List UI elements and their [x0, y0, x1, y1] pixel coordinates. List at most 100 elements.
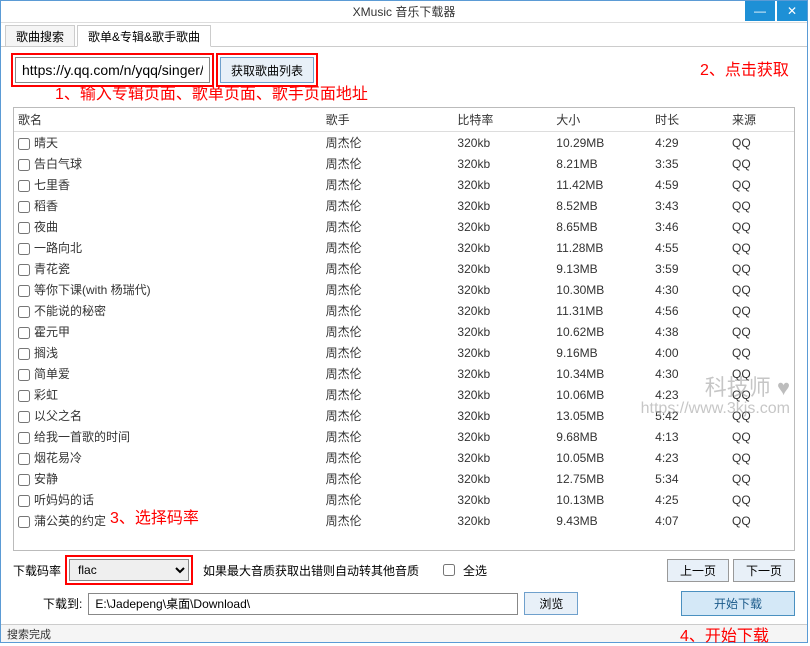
song-bitrate: 320kb — [453, 342, 552, 363]
song-name: 一路向北 — [34, 241, 82, 255]
col-name[interactable]: 歌名 — [14, 108, 322, 132]
bitrate-select[interactable]: flac — [69, 559, 189, 581]
window-title: XMusic 音乐下载器 — [353, 3, 456, 20]
song-source: QQ — [728, 258, 794, 279]
row-checkbox[interactable] — [18, 201, 30, 213]
song-artist: 周杰伦 — [322, 279, 454, 300]
song-source: QQ — [728, 510, 794, 531]
song-name: 七里香 — [34, 178, 70, 192]
song-bitrate: 320kb — [453, 153, 552, 174]
song-name: 简单爱 — [34, 367, 70, 381]
row-checkbox[interactable] — [18, 138, 30, 150]
table-row[interactable]: 夜曲周杰伦320kb8.65MB3:46QQ — [14, 216, 794, 237]
table-row[interactable]: 七里香周杰伦320kb11.42MB4:59QQ — [14, 174, 794, 195]
song-bitrate: 320kb — [453, 447, 552, 468]
next-page-button[interactable]: 下一页 — [733, 559, 795, 582]
song-size: 10.29MB — [552, 132, 651, 154]
song-artist: 周杰伦 — [322, 468, 454, 489]
song-artist: 周杰伦 — [322, 489, 454, 510]
song-duration: 4:29 — [651, 132, 728, 154]
row-checkbox[interactable] — [18, 348, 30, 360]
row-checkbox[interactable] — [18, 474, 30, 486]
song-duration: 4:00 — [651, 342, 728, 363]
song-bitrate: 320kb — [453, 321, 552, 342]
table-row[interactable]: 等你下课(with 杨瑞代)周杰伦320kb10.30MB4:30QQ — [14, 279, 794, 300]
table-row[interactable]: 以父之名周杰伦320kb13.05MB5:42QQ — [14, 405, 794, 426]
song-duration: 4:25 — [651, 489, 728, 510]
tabs: 歌曲搜索 歌单&专辑&歌手歌曲 — [1, 23, 807, 47]
close-button[interactable]: ✕ — [777, 1, 807, 21]
song-size: 10.30MB — [552, 279, 651, 300]
prev-page-button[interactable]: 上一页 — [667, 559, 729, 582]
table-row[interactable]: 晴天周杰伦320kb10.29MB4:29QQ — [14, 132, 794, 154]
table-row[interactable]: 告白气球周杰伦320kb8.21MB3:35QQ — [14, 153, 794, 174]
song-bitrate: 320kb — [453, 174, 552, 195]
row-checkbox[interactable] — [18, 495, 30, 507]
table-row[interactable]: 稻香周杰伦320kb8.52MB3:43QQ — [14, 195, 794, 216]
browse-button[interactable]: 浏览 — [524, 592, 578, 615]
row-checkbox[interactable] — [18, 180, 30, 192]
song-artist: 周杰伦 — [322, 153, 454, 174]
song-artist: 周杰伦 — [322, 342, 454, 363]
song-duration: 3:35 — [651, 153, 728, 174]
row-checkbox[interactable] — [18, 243, 30, 255]
row-checkbox[interactable] — [18, 222, 30, 234]
minimize-button[interactable]: — — [745, 1, 775, 21]
col-artist[interactable]: 歌手 — [322, 108, 454, 132]
row-checkbox[interactable] — [18, 369, 30, 381]
row-checkbox[interactable] — [18, 516, 30, 528]
table-row[interactable]: 彩虹周杰伦320kb10.06MB4:23QQ — [14, 384, 794, 405]
table-row[interactable]: 简单爱周杰伦320kb10.34MB4:30QQ — [14, 363, 794, 384]
col-size[interactable]: 大小 — [552, 108, 651, 132]
row-checkbox[interactable] — [18, 453, 30, 465]
table-row[interactable]: 给我一首歌的时间周杰伦320kb9.68MB4:13QQ — [14, 426, 794, 447]
table-row[interactable]: 一路向北周杰伦320kb11.28MB4:55QQ — [14, 237, 794, 258]
song-duration: 3:46 — [651, 216, 728, 237]
col-bitrate[interactable]: 比特率 — [453, 108, 552, 132]
row-checkbox[interactable] — [18, 411, 30, 423]
song-name: 彩虹 — [34, 388, 58, 402]
song-source: QQ — [728, 468, 794, 489]
download-path-input[interactable] — [88, 593, 518, 615]
row-checkbox[interactable] — [18, 432, 30, 444]
table-row[interactable]: 霍元甲周杰伦320kb10.62MB4:38QQ — [14, 321, 794, 342]
song-table-wrap[interactable]: 歌名 歌手 比特率 大小 时长 来源 晴天周杰伦320kb10.29MB4:29… — [13, 107, 795, 551]
select-all-checkbox[interactable] — [443, 564, 455, 576]
song-bitrate: 320kb — [453, 426, 552, 447]
bottom-controls-1: 下载码率 flac 如果最大音质获取出错则自动转其他音质 全选 上一页 下一页 — [13, 551, 795, 587]
song-size: 10.34MB — [552, 363, 651, 384]
song-size: 9.68MB — [552, 426, 651, 447]
tab-song-search[interactable]: 歌曲搜索 — [5, 25, 75, 46]
song-name: 搁浅 — [34, 346, 58, 360]
row-checkbox[interactable] — [18, 264, 30, 276]
song-source: QQ — [728, 132, 794, 154]
row-checkbox[interactable] — [18, 327, 30, 339]
start-download-button[interactable]: 开始下载 — [681, 591, 795, 616]
bitrate-label: 下载码率 — [13, 562, 61, 579]
song-artist: 周杰伦 — [322, 384, 454, 405]
song-source: QQ — [728, 426, 794, 447]
song-duration: 4:30 — [651, 279, 728, 300]
table-row[interactable]: 不能说的秘密周杰伦320kb11.31MB4:56QQ — [14, 300, 794, 321]
table-row[interactable]: 烟花易冷周杰伦320kb10.05MB4:23QQ — [14, 447, 794, 468]
col-duration[interactable]: 时长 — [651, 108, 728, 132]
row-checkbox[interactable] — [18, 159, 30, 171]
song-size: 9.13MB — [552, 258, 651, 279]
song-bitrate: 320kb — [453, 363, 552, 384]
song-name: 青花瓷 — [34, 262, 70, 276]
song-duration: 3:43 — [651, 195, 728, 216]
row-checkbox[interactable] — [18, 390, 30, 402]
row-checkbox[interactable] — [18, 306, 30, 318]
table-row[interactable]: 青花瓷周杰伦320kb9.13MB3:59QQ — [14, 258, 794, 279]
song-name: 等你下课(with 杨瑞代) — [34, 283, 151, 297]
song-name: 安静 — [34, 472, 58, 486]
song-name: 晴天 — [34, 136, 58, 150]
song-duration: 4:55 — [651, 237, 728, 258]
song-source: QQ — [728, 321, 794, 342]
song-bitrate: 320kb — [453, 405, 552, 426]
col-source[interactable]: 来源 — [728, 108, 794, 132]
table-row[interactable]: 搁浅周杰伦320kb9.16MB4:00QQ — [14, 342, 794, 363]
row-checkbox[interactable] — [18, 285, 30, 297]
table-row[interactable]: 安静周杰伦320kb12.75MB5:34QQ — [14, 468, 794, 489]
tab-playlist-album-singer[interactable]: 歌单&专辑&歌手歌曲 — [77, 25, 211, 47]
